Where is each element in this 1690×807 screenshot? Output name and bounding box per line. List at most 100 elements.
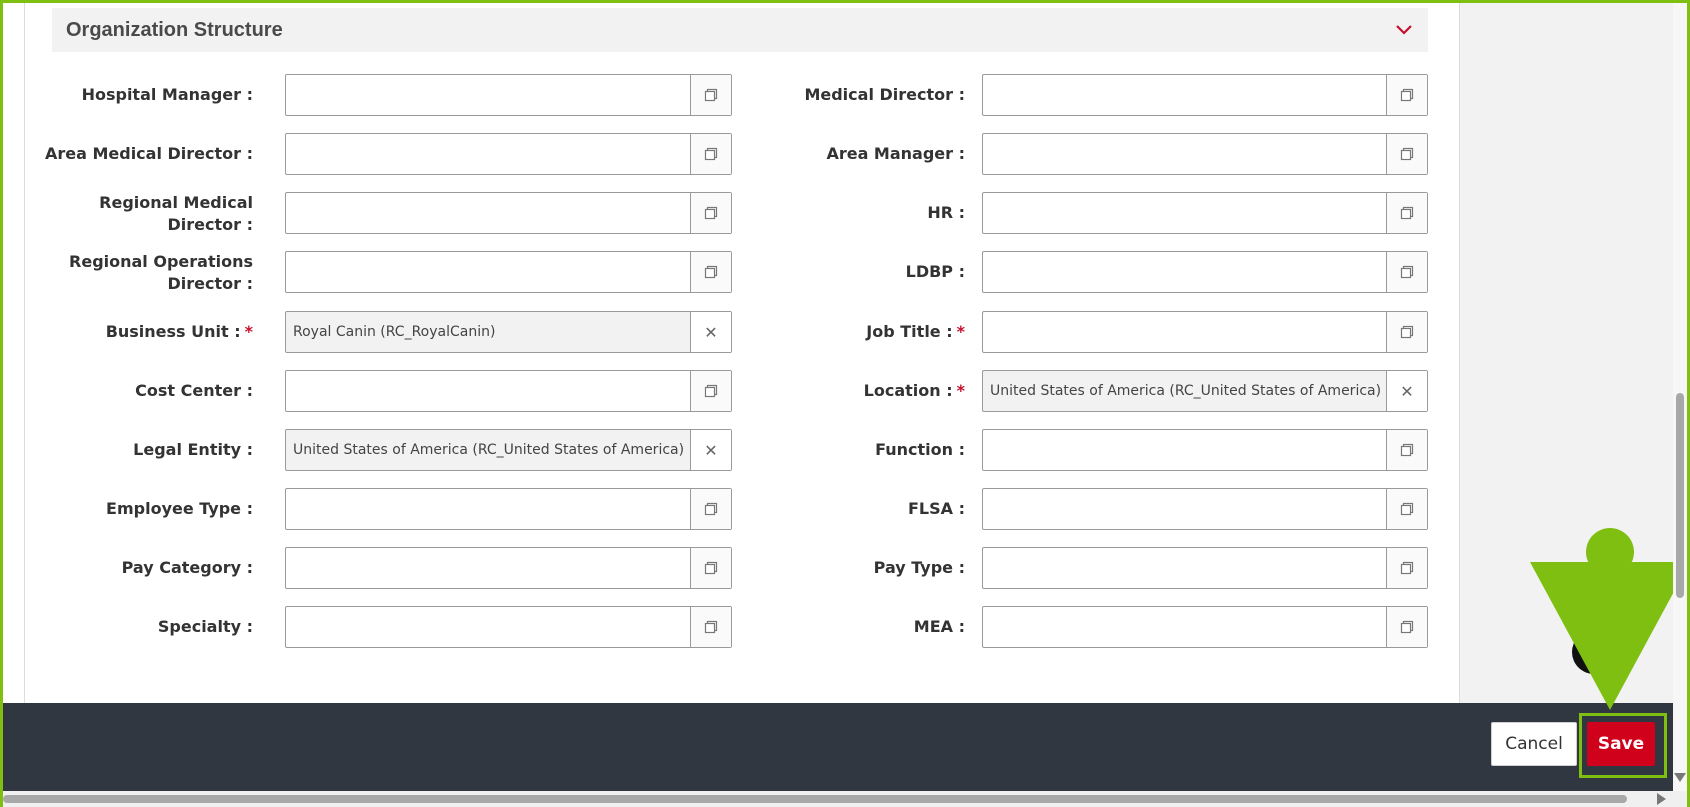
copy-icon[interactable] bbox=[1386, 607, 1427, 647]
field-input[interactable]: United States of America (RC_United Stat… bbox=[983, 371, 1386, 411]
copy-glyph bbox=[1400, 265, 1414, 279]
right-field-label: HR : bbox=[705, 202, 965, 224]
right-field-label: Function : bbox=[705, 439, 965, 461]
field-label-text: Area Medical Director : bbox=[44, 144, 253, 163]
copy-icon[interactable] bbox=[1386, 134, 1427, 174]
field-input[interactable] bbox=[286, 489, 690, 529]
left-lookup-field[interactable]: Royal Canin (RC_RoyalCanin) ✕ bbox=[285, 311, 732, 353]
left-field-label: Specialty : bbox=[3, 616, 253, 638]
copy-glyph bbox=[1400, 206, 1414, 220]
left-field-label: Legal Entity : bbox=[3, 439, 253, 461]
right-field-label: Area Manager : bbox=[705, 143, 965, 165]
left-lookup-field[interactable] bbox=[285, 74, 732, 116]
required-asterisk: * bbox=[956, 381, 965, 400]
field-label-text: Medical Director : bbox=[804, 85, 965, 104]
left-field-label: Employee Type : bbox=[3, 498, 253, 520]
right-lookup-field[interactable] bbox=[982, 133, 1428, 175]
field-input[interactable] bbox=[983, 312, 1386, 352]
clear-glyph: ✕ bbox=[1400, 381, 1414, 401]
field-label-text: Regional Operations Director : bbox=[69, 252, 253, 293]
right-lookup-field[interactable]: United States of America (RC_United Stat… bbox=[982, 370, 1428, 412]
field-label-text: Regional Medical Director : bbox=[99, 193, 253, 234]
left-lookup-field[interactable] bbox=[285, 370, 732, 412]
field-input[interactable] bbox=[286, 134, 690, 174]
vertical-scrollbar[interactable] bbox=[1673, 3, 1687, 791]
left-lookup-field[interactable]: United States of America (RC_United Stat… bbox=[285, 429, 732, 471]
right-lookup-field[interactable] bbox=[982, 429, 1428, 471]
required-asterisk: * bbox=[956, 322, 965, 341]
field-label-text: Specialty : bbox=[157, 617, 253, 636]
right-lookup-field[interactable] bbox=[982, 192, 1428, 234]
field-input[interactable] bbox=[286, 193, 690, 233]
field-input[interactable] bbox=[983, 548, 1386, 588]
right-lookup-field[interactable] bbox=[982, 606, 1428, 648]
copy-glyph bbox=[1400, 325, 1414, 339]
left-lookup-field[interactable] bbox=[285, 251, 732, 293]
field-label-text: Employee Type : bbox=[106, 499, 253, 518]
field-label-text: Location : bbox=[863, 381, 953, 400]
section-header[interactable]: Organization Structure bbox=[52, 8, 1428, 52]
field-input[interactable] bbox=[983, 134, 1386, 174]
clear-icon[interactable]: ✕ bbox=[1386, 371, 1427, 411]
right-field-label: Location : * bbox=[705, 380, 965, 402]
field-input[interactable]: United States of America (RC_United Stat… bbox=[286, 430, 690, 470]
field-input[interactable]: Royal Canin (RC_RoyalCanin) bbox=[286, 312, 690, 352]
field-label-text: FLSA : bbox=[908, 499, 965, 518]
field-input[interactable] bbox=[983, 607, 1386, 647]
field-label-text: Business Unit : bbox=[105, 322, 241, 341]
right-field-label: MEA : bbox=[705, 616, 965, 638]
copy-glyph bbox=[1400, 443, 1414, 457]
pointer-arrow-icon bbox=[1530, 528, 1690, 710]
copy-glyph bbox=[1400, 561, 1414, 575]
field-label-text: LDBP : bbox=[905, 262, 965, 281]
copy-icon[interactable] bbox=[1386, 489, 1427, 529]
chevron-down-icon[interactable] bbox=[1394, 20, 1414, 40]
scroll-right-arrow-icon[interactable] bbox=[1657, 793, 1666, 805]
right-field-label: Pay Type : bbox=[705, 557, 965, 579]
field-label-text: Function : bbox=[875, 440, 965, 459]
field-label-text: Cost Center : bbox=[135, 381, 253, 400]
field-input[interactable] bbox=[983, 193, 1386, 233]
field-label-text: Pay Type : bbox=[873, 558, 965, 577]
section-title: Organization Structure bbox=[66, 19, 283, 41]
left-lookup-field[interactable] bbox=[285, 547, 732, 589]
copy-icon[interactable] bbox=[1386, 548, 1427, 588]
field-input[interactable] bbox=[286, 252, 690, 292]
copy-icon[interactable] bbox=[1386, 75, 1427, 115]
right-lookup-field[interactable] bbox=[982, 251, 1428, 293]
required-asterisk: * bbox=[244, 322, 253, 341]
horizontal-scroll-thumb[interactable] bbox=[3, 795, 1627, 803]
right-lookup-field[interactable] bbox=[982, 488, 1428, 530]
field-input[interactable] bbox=[286, 607, 690, 647]
field-input[interactable] bbox=[983, 252, 1386, 292]
copy-icon[interactable] bbox=[1386, 252, 1427, 292]
cancel-button[interactable]: Cancel bbox=[1491, 722, 1577, 766]
copy-icon[interactable] bbox=[1386, 430, 1427, 470]
copy-icon[interactable] bbox=[1386, 312, 1427, 352]
field-input[interactable] bbox=[286, 371, 690, 411]
field-input[interactable] bbox=[983, 489, 1386, 529]
vertical-scroll-thumb[interactable] bbox=[1676, 393, 1684, 598]
right-lookup-field[interactable] bbox=[982, 311, 1428, 353]
left-lookup-field[interactable] bbox=[285, 133, 732, 175]
scroll-down-arrow-icon[interactable] bbox=[1674, 773, 1686, 782]
copy-glyph bbox=[1400, 147, 1414, 161]
field-input[interactable] bbox=[983, 430, 1386, 470]
right-lookup-field[interactable] bbox=[982, 547, 1428, 589]
field-input[interactable] bbox=[286, 548, 690, 588]
right-lookup-field[interactable] bbox=[982, 74, 1428, 116]
save-button[interactable]: Save bbox=[1587, 722, 1655, 766]
left-lookup-field[interactable] bbox=[285, 192, 732, 234]
right-field-label: FLSA : bbox=[705, 498, 965, 520]
field-label-text: Hospital Manager : bbox=[81, 85, 253, 104]
horizontal-scrollbar[interactable] bbox=[3, 791, 1687, 807]
field-label-text: Legal Entity : bbox=[133, 440, 253, 459]
field-input[interactable] bbox=[286, 75, 690, 115]
left-lookup-field[interactable] bbox=[285, 488, 732, 530]
copy-icon[interactable] bbox=[1386, 193, 1427, 233]
copy-glyph bbox=[1400, 88, 1414, 102]
field-input[interactable] bbox=[983, 75, 1386, 115]
left-lookup-field[interactable] bbox=[285, 606, 732, 648]
left-field-label: Pay Category : bbox=[3, 557, 253, 579]
field-label-text: Area Manager : bbox=[826, 144, 965, 163]
